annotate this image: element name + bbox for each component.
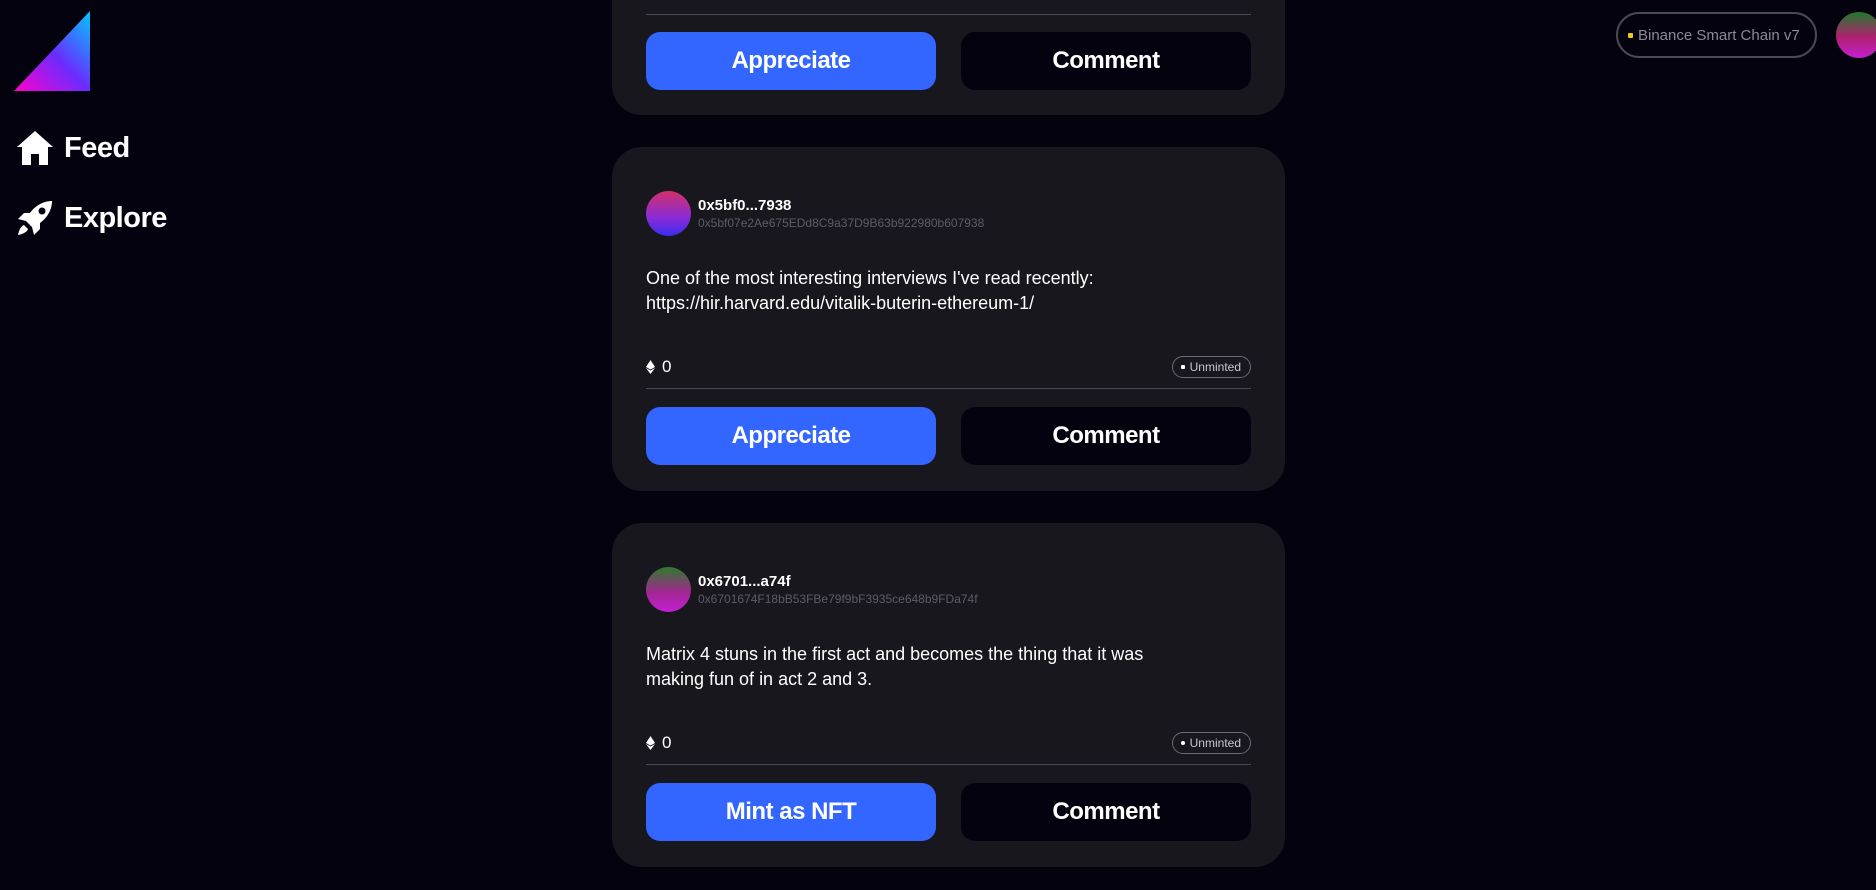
rocket-icon — [18, 201, 52, 235]
post-text-line: Matrix 4 stuns in the first act and beco… — [646, 644, 1144, 664]
post-text: One of the most interesting interviews I… — [646, 266, 1246, 316]
post-link[interactable]: https://hir.harvard.edu/vitalik-buterin-… — [646, 291, 1246, 316]
appreciate-button[interactable]: Appreciate — [646, 407, 936, 465]
home-icon — [17, 131, 53, 165]
network-selector[interactable]: Binance Smart Chain v7 — [1616, 12, 1817, 58]
author-full-address: 0x5bf07e2Ae675EDd8C9a37D9B63b922980b6079… — [698, 215, 985, 230]
user-avatar[interactable] — [1836, 12, 1876, 58]
card-divider — [646, 388, 1251, 389]
post-card: Appreciate Comment — [612, 0, 1285, 115]
comment-button[interactable]: Comment — [961, 783, 1251, 841]
post-meta: 0 Unminted — [646, 355, 1251, 379]
status-label: Unminted — [1189, 360, 1241, 374]
sidebar-nav: Feed Explore — [15, 128, 167, 268]
comment-button[interactable]: Comment — [961, 32, 1251, 90]
post-author[interactable]: 0x5bf0...7938 0x5bf07e2Ae675EDd8C9a37D9B… — [646, 191, 984, 236]
eth-count: 0 — [662, 357, 672, 376]
eth-counter: 0 — [646, 733, 671, 753]
status-label: Unminted — [1189, 736, 1241, 750]
author-avatar[interactable] — [646, 567, 691, 612]
author-full-address: 0x6701674F18bB53FBe79f9bF3935ce648b9FDa7… — [698, 591, 978, 606]
appreciate-button[interactable]: Appreciate — [646, 32, 936, 90]
network-label: Binance Smart Chain v7 — [1638, 26, 1800, 44]
status-dot — [1180, 741, 1185, 745]
ethereum-icon — [646, 736, 655, 750]
status-badge: Unminted — [1171, 356, 1251, 378]
post-text-line: making fun of in act 2 and 3. — [646, 669, 873, 689]
ethereum-icon — [646, 360, 655, 374]
post-card: 0x6701...a74f 0x6701674F18bB53FBe79f9bF3… — [612, 523, 1285, 867]
card-divider — [646, 764, 1251, 765]
network-status-dot — [1628, 32, 1633, 38]
sidebar-item-feed[interactable]: Feed — [15, 128, 167, 168]
eth-counter: 0 — [646, 357, 671, 377]
sidebar-item-label: Explore — [64, 201, 167, 234]
author-short-address[interactable]: 0x6701...a74f — [698, 573, 978, 591]
post-text-line: One of the most interesting interviews I… — [646, 268, 1094, 288]
sidebar-item-label: Feed — [64, 131, 130, 164]
post-card: 0x5bf0...7938 0x5bf07e2Ae675EDd8C9a37D9B… — [612, 147, 1285, 491]
author-avatar[interactable] — [646, 191, 691, 236]
author-short-address[interactable]: 0x5bf0...7938 — [698, 197, 984, 215]
eth-count: 0 — [662, 733, 672, 752]
sidebar-item-explore[interactable]: Explore — [15, 198, 167, 238]
status-dot — [1180, 365, 1185, 369]
app-logo[interactable] — [14, 11, 90, 91]
status-badge: Unminted — [1171, 732, 1251, 754]
post-meta: 0 Unminted — [646, 731, 1251, 755]
post-author[interactable]: 0x6701...a74f 0x6701674F18bB53FBe79f9bF3… — [646, 567, 978, 612]
card-divider — [646, 14, 1251, 15]
post-text: Matrix 4 stuns in the first act and beco… — [646, 642, 1246, 692]
comment-button[interactable]: Comment — [961, 407, 1251, 465]
mint-nft-button[interactable]: Mint as NFT — [646, 783, 936, 841]
